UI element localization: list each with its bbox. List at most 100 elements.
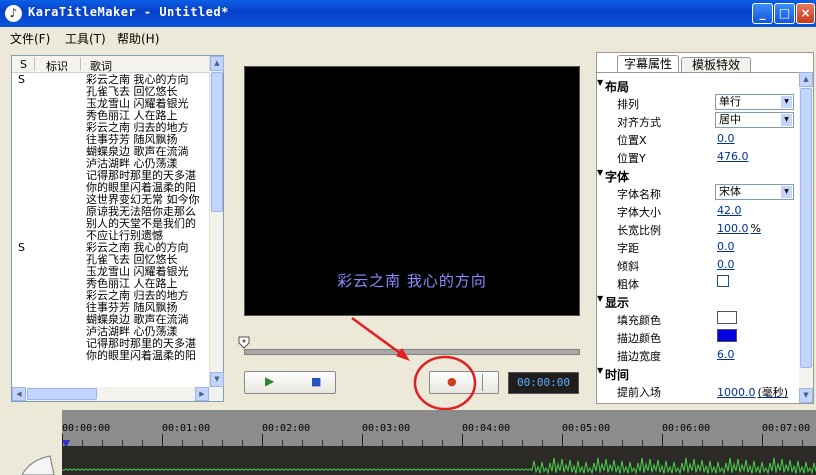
ruler-tick <box>262 434 263 446</box>
chevron-down-icon[interactable]: ▼ <box>781 96 792 108</box>
collapse-triangle-icon[interactable]: ▼ <box>597 168 603 177</box>
play-button[interactable]: ▶ <box>265 374 274 388</box>
list-item[interactable]: 你的眼里闪着温柔的阳 <box>12 350 210 362</box>
property-value[interactable]: 6.0 <box>717 348 735 361</box>
property-dropdown[interactable]: 宋体 ▼ <box>715 184 794 200</box>
property-row: 粗体 <box>597 273 801 291</box>
record-button[interactable]: ● <box>447 375 457 388</box>
props-vertical-scrollbar[interactable]: ▲ ▼ <box>799 72 813 403</box>
stop-button[interactable]: ■ <box>311 375 321 388</box>
property-row: 长宽比例 100.0% <box>597 219 801 237</box>
ruler-time-label: 00:05:00 <box>562 423 611 434</box>
ruler-tick <box>362 434 363 446</box>
property-value[interactable]: 0.0 <box>717 132 735 145</box>
title-bar: ♪ KaraTitleMaker - Untitled* _ □ × <box>0 0 816 27</box>
property-label: 排列 <box>617 98 639 111</box>
property-label: 对齐方式 <box>617 116 661 129</box>
property-dropdown[interactable]: 单行 ▼ <box>715 94 794 110</box>
row-s-flag: S <box>18 241 25 254</box>
property-row: 字体大小 42.0 <box>597 201 801 219</box>
timeline[interactable]: 00:00:00 00:01:00 00:02:00 00:03:00 00:04:00… <box>0 410 816 475</box>
property-value[interactable]: 0.0 <box>717 258 735 271</box>
maximize-button[interactable]: □ <box>774 3 795 24</box>
music-note-icon: ♪ <box>5 5 22 22</box>
scroll-right-button[interactable]: ▶ <box>195 387 209 401</box>
minimize-button[interactable]: _ <box>752 3 773 24</box>
property-group[interactable]: ▼ 显示 <box>597 291 801 310</box>
bold-checkbox[interactable] <box>717 275 729 287</box>
seek-thumb[interactable] <box>238 336 250 349</box>
property-value[interactable]: 476.0 <box>717 150 749 163</box>
ruler-tick <box>762 434 763 446</box>
collapse-triangle-icon[interactable]: ▼ <box>597 78 603 87</box>
color-swatch[interactable] <box>717 329 737 342</box>
property-value[interactable]: 42.0 <box>717 204 742 217</box>
audio-waveform <box>62 446 816 475</box>
track-icon <box>21 455 55 475</box>
menu-tools[interactable]: 工具(T) <box>65 30 106 47</box>
column-header-s[interactable]: S <box>20 58 27 71</box>
property-group[interactable]: ▼ 时间 <box>597 363 801 382</box>
row-s-flag: S <box>18 74 25 86</box>
property-row: 填充颜色 <box>597 309 801 327</box>
property-label: 描边颜色 <box>617 332 661 345</box>
property-row: 位置X 0.0 <box>597 129 801 147</box>
property-value[interactable]: 1000.0(毫秒) <box>717 402 788 403</box>
props-scroll-up-button[interactable]: ▲ <box>799 72 813 87</box>
property-label: 字距 <box>617 242 639 255</box>
property-group[interactable]: ▼ 布局 <box>597 75 801 94</box>
collapse-triangle-icon[interactable]: ▼ <box>597 366 603 375</box>
property-group[interactable]: ▼ 字体 <box>597 165 801 184</box>
menu-help[interactable]: 帮助(H) <box>117 30 159 47</box>
scroll-left-button[interactable]: ◀ <box>12 387 26 401</box>
tab-subtitle-props[interactable]: 字幕属性 <box>617 55 679 73</box>
window-title: KaraTitleMaker - Untitled* <box>28 5 229 19</box>
dropdown-value: 宋体 <box>719 185 741 198</box>
scroll-up-button[interactable]: ▲ <box>210 56 224 71</box>
ruler-tick <box>662 434 663 446</box>
props-scroll-down-button[interactable]: ▼ <box>799 388 813 403</box>
property-row: 排列 单行 ▼ <box>597 93 801 111</box>
tab-template-effects[interactable]: 模板特效 <box>681 57 751 72</box>
property-value[interactable]: 100.0% <box>717 222 761 235</box>
column-header-mark[interactable]: 标识 <box>46 58 68 74</box>
list-vertical-scrollbar[interactable]: ▲ ▼ <box>209 56 224 387</box>
seek-track[interactable] <box>244 349 580 355</box>
property-label: 倾斜 <box>617 260 639 273</box>
dropdown-value: 单行 <box>719 95 741 108</box>
chevron-down-icon[interactable]: ▼ <box>781 186 792 198</box>
close-button[interactable]: × <box>796 3 815 24</box>
time-display: 00:00:00 <box>508 372 579 394</box>
hscroll-thumb[interactable] <box>27 388 97 400</box>
collapse-triangle-icon[interactable]: ▼ <box>597 294 603 303</box>
menu-file[interactable]: 文件(F) <box>10 30 50 47</box>
chevron-down-icon[interactable]: ▼ <box>781 114 792 126</box>
scroll-down-button[interactable]: ▼ <box>210 372 224 387</box>
value-text: 0.0 <box>717 258 735 271</box>
property-label: 粗体 <box>617 278 639 291</box>
props-scroll-thumb[interactable] <box>800 88 812 368</box>
property-dropdown[interactable]: 居中 ▼ <box>715 112 794 128</box>
property-label: 位置X <box>617 134 647 147</box>
playback-controls: ▶ ■ <box>244 371 336 394</box>
ruler-time-label: 00:06:00 <box>662 423 711 434</box>
lyric-list[interactable]: S 标识 歌词 S 彩云之南 我心的方向 孔雀飞去 回忆悠长 玉龙雪山 闪耀着银光 秀色… <box>11 55 224 402</box>
scroll-thumb[interactable] <box>211 72 223 212</box>
color-swatch[interactable] <box>717 311 737 324</box>
property-label: 字体名称 <box>617 188 661 201</box>
property-row: 对齐方式 居中 ▼ <box>597 111 801 129</box>
property-label: 填充颜色 <box>617 314 661 327</box>
list-header: S 标识 歌词 <box>12 56 210 73</box>
property-panel: 字幕属性 模板特效 ▼ 布局 排列 单行 ▼ 对齐方式 居中 ▼ 位置X 0.0 位置Y 476.0 ▼… <box>596 52 814 404</box>
timeline-ruler[interactable]: 00:00:00 00:01:00 00:02:00 00:03:00 00:04:00… <box>62 410 816 446</box>
property-value[interactable]: 0.0 <box>717 240 735 253</box>
property-row: 描边颜色 <box>597 327 801 345</box>
list-horizontal-scrollbar[interactable]: ◀ ▶ <box>12 387 223 401</box>
column-header-lyric[interactable]: 歌词 <box>90 58 112 74</box>
property-row: 描边宽度 6.0 <box>597 345 801 363</box>
property-value[interactable]: 1000.0(毫秒) <box>717 384 788 400</box>
value-text: 476.0 <box>717 150 749 163</box>
value-unit: % <box>750 222 761 235</box>
preview-lyric: 彩云之南 我心的方向 <box>337 272 487 290</box>
property-grid: ▼ 布局 排列 单行 ▼ 对齐方式 居中 ▼ 位置X 0.0 位置Y 476.0 ▼ 字体 字体名称 宋体 ▼ 字… <box>597 72 801 403</box>
